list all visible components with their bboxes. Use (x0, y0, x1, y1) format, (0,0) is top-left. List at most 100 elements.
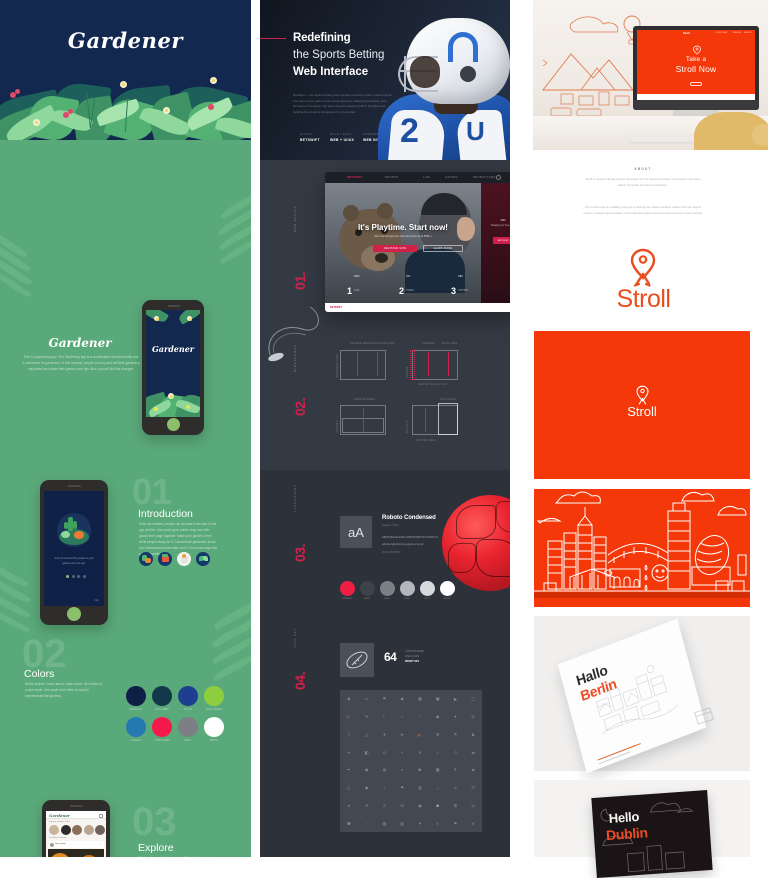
icon-grid-item: ☉ (382, 802, 387, 808)
gardener-intro-title: Gardener (48, 336, 112, 350)
column-gardener: Gardener Gardener This is a gardening ap… (0, 0, 251, 857)
sports-section-04-label: ICON SET (294, 627, 297, 648)
gardener-hero-foliage (0, 54, 251, 140)
icon-grid-item: ☂ (453, 731, 458, 737)
site-brand: BETSWIFT (347, 175, 363, 180)
gardener-intro-paragraph: This is a gardening app. The Gardening a… (22, 355, 140, 372)
sports-swatch-5 (440, 581, 455, 596)
icon-grid-item: ▥ (417, 785, 422, 791)
imac-display: Stroll DISCOVER PLACES ABOUT Take a Stro… (637, 30, 755, 100)
icon-grid-item: ◴ (382, 749, 387, 755)
icon-grid-item: ◇ (453, 749, 457, 755)
book-cover-berlin: Hallo Berlin (557, 618, 707, 774)
icon-grid-item: ◧ (364, 749, 369, 755)
browser-stat-1[interactable]: 2 NFL TODAY (399, 275, 414, 296)
icon-feature-card (340, 643, 374, 677)
nav-item-live[interactable]: LIVE (423, 176, 431, 179)
nav-item-promotions[interactable]: PROMOTIONS (473, 176, 496, 179)
sports-swatch-1 (360, 581, 375, 596)
side-card-button[interactable]: BET NOW (493, 237, 510, 244)
icon-grid-item: ✂ (347, 749, 351, 755)
icon-grid-item: △ (365, 731, 369, 737)
icon-grid-item: ◙ (418, 767, 422, 773)
swatch-6 (178, 717, 198, 737)
stroll-about-paragraph-1: Stroll is a brand identity project devel… (585, 177, 701, 187)
typeface-weights: Regular / Bold (382, 524, 399, 527)
fern-decoration-right (199, 187, 251, 310)
book-word-1: Hello (608, 808, 640, 826)
icon-grid-item: ◍ (382, 767, 387, 773)
sports-swatch-2 (380, 581, 395, 596)
icon-grid-item: ✔ (471, 820, 475, 826)
gardener-hero: Gardener (0, 0, 251, 140)
icon-grid-item: ◌ (365, 820, 368, 826)
wireframe-1 (340, 350, 386, 380)
sports-section-02-number: 02. (292, 398, 308, 416)
swatch-7 (204, 717, 224, 737)
design-board: Gardener Gardener This is a gardening ap… (0, 0, 768, 878)
icon-meta: CUSTOM MADE LINE ICONS SPORT SET (405, 650, 424, 663)
sports-section-03-number: 03. (292, 544, 308, 562)
browser-stat-0[interactable]: 1 MMA LIVE (347, 275, 360, 296)
phone-mockup-hero: Gardener (142, 300, 204, 435)
icon-grid-item: ✕ (418, 749, 422, 755)
sports-section-03-label: TYPOGRAPHY (294, 483, 297, 512)
imac-nav-about[interactable]: ABOUT (744, 32, 752, 34)
stroll-cityscape (534, 489, 750, 607)
browser-headline: It's Playtime. Start now! (358, 223, 448, 232)
icon-grid-item: ◎ (471, 714, 475, 720)
stroll-desk-photo: Stroll DISCOVER PLACES ABOUT Take a Stro… (533, 0, 768, 150)
browser-footer: BETSWIFT © 2018 (325, 303, 510, 312)
browser-stat-2[interactable]: 3 NBA TOP BET (451, 275, 468, 296)
imac-nav-brand: Stroll (683, 31, 690, 35)
plant-pot-icon (139, 552, 153, 566)
swatch-4 (126, 717, 146, 737)
hero-metric-1: ROLE / SKILL WEB + UI/UX (330, 133, 355, 142)
story-avatars[interactable] (49, 825, 105, 835)
sports-headline-line2: the Sports Betting (293, 49, 385, 61)
stroll-about-eyebrow: ABOUT (634, 167, 652, 171)
icon-grid-item: ▤ (400, 820, 405, 826)
stroll-brand-word: Stroll (627, 404, 657, 419)
icon-grid-item: ◻ (471, 696, 475, 702)
icon-grid-item: ◉ (364, 767, 369, 773)
imac-nav-discover[interactable]: DISCOVER (716, 32, 727, 34)
icon-grid-item: ➤ (400, 731, 404, 737)
icon-grid-item: ☾ (382, 714, 387, 720)
swatch-label-3: LEAF GREEN (205, 708, 223, 711)
icon-grid-item: ▩ (435, 767, 440, 773)
icon-grid-item: ✈ (382, 731, 387, 737)
gardener-section-03-number: 03 (132, 800, 177, 844)
explore-feed-label: Top Buy Featured (49, 837, 67, 839)
swatch-3 (204, 686, 224, 706)
cityscape-line-art (534, 491, 750, 598)
imac-nav-places[interactable]: PLACES (732, 32, 741, 34)
sports-swatch-3 (400, 581, 415, 596)
imac-cta-button[interactable] (690, 82, 702, 86)
more-icon[interactable]: ⋮ (99, 842, 102, 845)
icon-grid-item: ◆ (365, 785, 369, 791)
register-button[interactable]: REGISTER NOW (373, 245, 417, 252)
nav-item-sports[interactable]: SPORTS (385, 176, 399, 179)
nav-item-casino[interactable]: CASINO (445, 176, 458, 179)
icon-grid-item: ⚑ (382, 696, 387, 702)
browser-topbar: BETSWIFT SPORTS LIVE CASINO PROMOTIONS L… (325, 172, 510, 183)
icon-grid-item: ⛁ (400, 802, 404, 808)
icon-grid-item: ◣ (453, 696, 457, 702)
hero-accent-rule (260, 38, 286, 39)
icon-grid-item: ☗ (435, 802, 440, 808)
wireframe-2 (412, 350, 458, 380)
learn-more-button[interactable]: LEARN MORE (423, 245, 463, 252)
phone-hero-screen-title: Gardener (151, 344, 195, 354)
icon-grid-item: ⚘ (453, 767, 458, 773)
user-icon[interactable] (496, 175, 501, 180)
icon-grid-item: ⌣ (436, 749, 439, 755)
icon-grid-item: ➢ (400, 767, 404, 773)
sports-swatch-label-4: SOFT (424, 598, 430, 600)
icon-grid-item: ✧ (382, 785, 387, 791)
message-icon[interactable] (99, 813, 103, 818)
icon-grid-item: ✦ (453, 714, 458, 720)
hero-metric-0: CLIENT BETSWIFT (300, 133, 320, 142)
sports-swatch-label-5: WHITE (443, 598, 451, 600)
icon-grid-item: ⚙ (435, 731, 440, 737)
